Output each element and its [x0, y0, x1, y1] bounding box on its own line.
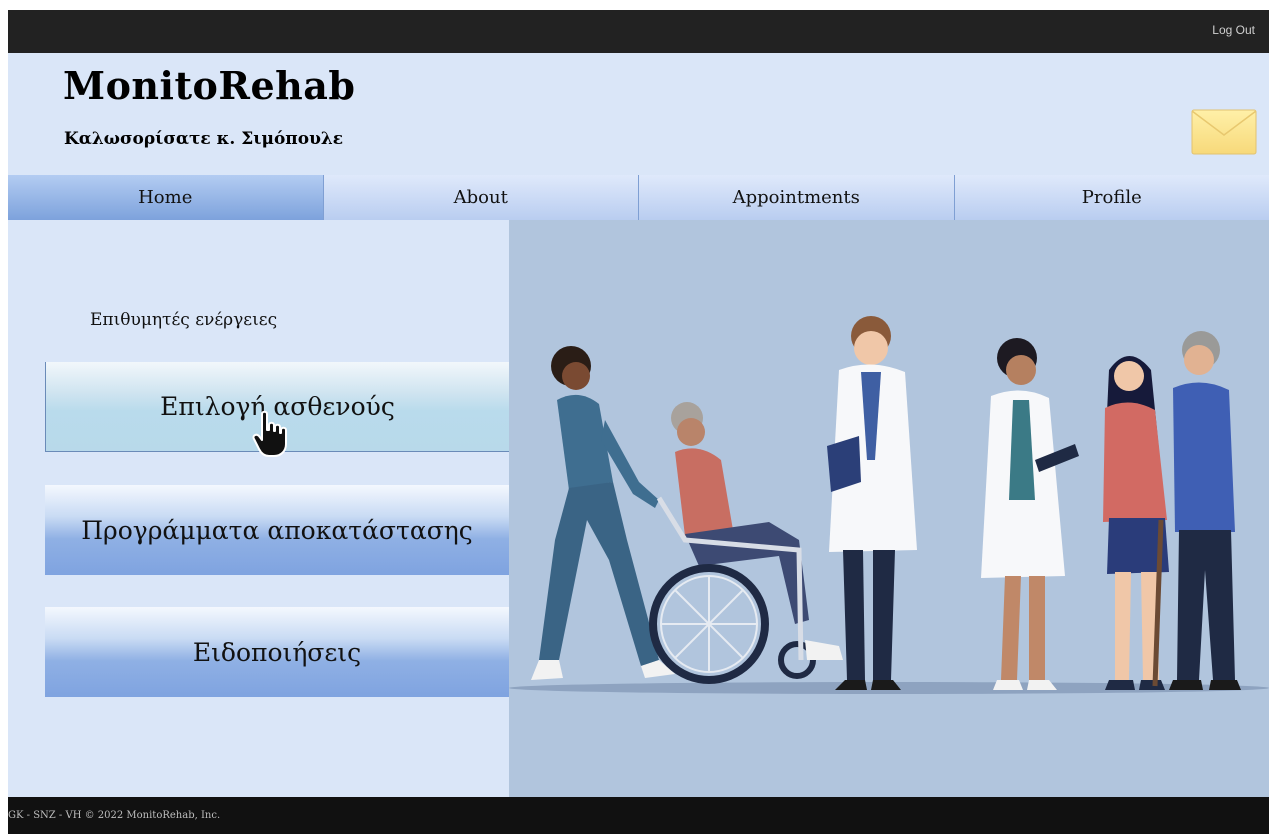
notifications-button[interactable]: Ειδοποιήσεις: [45, 607, 509, 697]
nav-profile[interactable]: Profile: [954, 175, 1269, 220]
envelope-icon[interactable]: [1191, 109, 1257, 155]
wheelchair-figure: [649, 402, 843, 684]
nav-appointments[interactable]: Appointments: [639, 175, 955, 220]
footer: GK - SNZ - VH © 2022 MonitoRehab, Inc.: [8, 797, 1269, 834]
footer-copyright: GK - SNZ - VH © 2022 MonitoRehab, Inc.: [8, 810, 221, 821]
hand-pointer-icon: [252, 410, 287, 457]
welcome-message: Καλωσορίσατε κ. Σιμόπουλε: [64, 129, 344, 149]
header: MonitoRehab Καλωσορίσατε κ. Σιμόπουλε: [8, 53, 1269, 175]
doctor-figure: [827, 316, 917, 690]
medical-team-illustration: [509, 220, 1269, 797]
illustration-svg: [509, 316, 1269, 694]
app-title: MonitoRehab: [63, 63, 356, 108]
nav-home[interactable]: Home: [8, 175, 324, 220]
elderly-man-figure: [1152, 331, 1241, 690]
app-window: Log Out MonitoRehab Καλωσορίσατε κ. Σιμό…: [8, 10, 1269, 834]
female-doctor-figure: [981, 338, 1079, 690]
rehab-programs-button[interactable]: Προγράμματα αποκατάστασης: [45, 485, 509, 575]
main-nav: Home About Appointments Profile: [8, 175, 1269, 220]
top-bar: Log Out: [8, 10, 1269, 53]
nav-about[interactable]: About: [323, 175, 639, 220]
actions-title: Επιθυμητές ενέργειες: [90, 310, 278, 330]
actions-panel: Επιθυμητές ενέργειες Επιλογή ασθενούς Πρ…: [8, 220, 509, 797]
logout-link[interactable]: Log Out: [1212, 23, 1255, 37]
